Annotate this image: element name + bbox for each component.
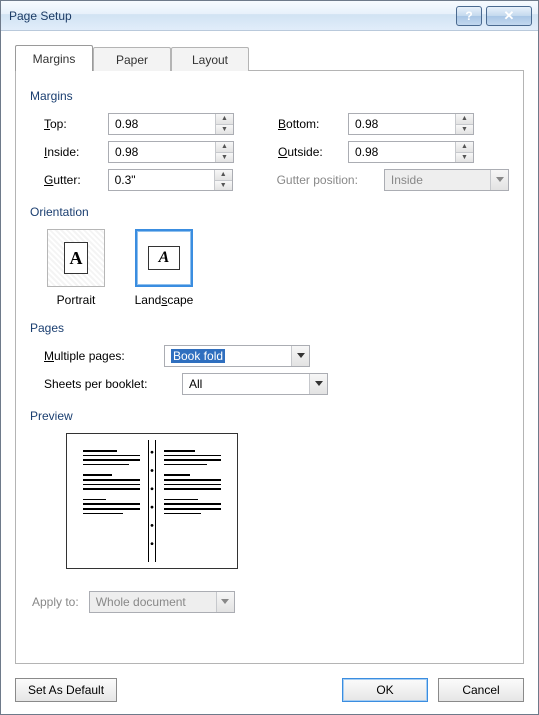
input-top[interactable]	[109, 114, 215, 134]
spinner-gutter[interactable]: ▲ ▼	[108, 169, 233, 191]
label-gutter: Gutter:	[44, 173, 100, 187]
input-bottom[interactable]	[349, 114, 455, 134]
select-multiple-pages[interactable]: Book fold	[164, 345, 310, 367]
page-setup-dialog: Page Setup ? ✕ Margins Paper Layout Marg…	[0, 0, 539, 715]
row-apply-to: Apply to: Whole document	[32, 591, 509, 613]
spin-down[interactable]: ▼	[456, 153, 473, 163]
tab-panel-margins: Margins Top: ▲ ▼ Bottom: ▲ ▼	[15, 70, 524, 664]
row-inside-outside: Inside: ▲ ▼ Outside: ▲ ▼	[44, 141, 509, 163]
input-outside[interactable]	[349, 142, 455, 162]
spinner-outside[interactable]: ▲ ▼	[348, 141, 474, 163]
set-as-default-button[interactable]: Set As Default	[15, 678, 117, 702]
window-title: Page Setup	[9, 9, 452, 23]
row-sheets-per-booklet: Sheets per booklet: All	[44, 373, 509, 395]
spin-buttons: ▲ ▼	[455, 142, 473, 162]
chevron-down-icon[interactable]	[309, 374, 327, 394]
close-button[interactable]: ✕	[486, 6, 532, 26]
row-multiple-pages: Multiple pages: Book fold	[44, 345, 509, 367]
section-margins: Margins	[30, 89, 509, 103]
input-gutter[interactable]	[109, 170, 214, 190]
tab-layout[interactable]: Layout	[171, 47, 249, 71]
spin-down[interactable]: ▼	[456, 125, 473, 135]
client-area: Margins Paper Layout Margins Top: ▲ ▼ Bo…	[1, 31, 538, 714]
help-button[interactable]: ?	[456, 6, 482, 26]
preview-page-right	[156, 440, 231, 562]
spinner-inside[interactable]: ▲ ▼	[108, 141, 234, 163]
spin-buttons: ▲ ▼	[214, 170, 232, 190]
section-orientation: Orientation	[30, 205, 509, 219]
label-multiple-pages: Multiple pages:	[44, 349, 156, 363]
row-top-bottom: Top: ▲ ▼ Bottom: ▲ ▼	[44, 113, 509, 135]
tab-label: Margins	[33, 52, 76, 66]
orientation-portrait[interactable]: A Portrait	[44, 229, 108, 307]
label-outside: Outside:	[278, 145, 340, 159]
label-inside: Inside:	[44, 145, 100, 159]
spin-down[interactable]: ▼	[216, 125, 233, 135]
label-bottom: Bottom:	[278, 117, 340, 131]
tab-margins[interactable]: Margins	[15, 45, 93, 71]
landscape-icon: A	[135, 229, 193, 287]
titlebar: Page Setup ? ✕	[1, 1, 538, 31]
label-sheets-per-booklet: Sheets per booklet:	[44, 377, 174, 391]
orientation-landscape[interactable]: A Landscape	[132, 229, 196, 307]
help-icon: ?	[465, 9, 472, 23]
orientation-label: Portrait	[44, 293, 108, 307]
tab-label: Paper	[116, 53, 148, 67]
select-value: Book fold	[165, 349, 291, 363]
chevron-down-icon	[216, 592, 234, 612]
label-gutter-position: Gutter position:	[277, 173, 376, 187]
label-top: Top:	[44, 117, 100, 131]
chevron-down-icon	[490, 170, 508, 190]
spin-down[interactable]: ▼	[215, 181, 232, 191]
spin-buttons: ▲ ▼	[215, 142, 233, 162]
spinner-top[interactable]: ▲ ▼	[108, 113, 234, 135]
orientation-label: Landscape	[132, 293, 196, 307]
ok-button[interactable]: OK	[342, 678, 428, 702]
spin-up[interactable]: ▲	[456, 114, 473, 125]
spin-up[interactable]: ▲	[216, 142, 233, 153]
label-apply-to: Apply to:	[32, 595, 79, 609]
spin-up[interactable]: ▲	[456, 142, 473, 153]
preview-image	[66, 433, 238, 569]
spin-up[interactable]: ▲	[216, 114, 233, 125]
portrait-icon: A	[47, 229, 105, 287]
close-icon: ✕	[504, 8, 515, 24]
cancel-button[interactable]: Cancel	[438, 678, 524, 702]
spin-up[interactable]: ▲	[215, 170, 232, 181]
select-apply-to: Whole document	[89, 591, 235, 613]
chevron-down-icon[interactable]	[291, 346, 309, 366]
select-value: Whole document	[90, 595, 216, 609]
spinner-bottom[interactable]: ▲ ▼	[348, 113, 474, 135]
tab-strip: Margins Paper Layout	[15, 45, 524, 71]
select-value: Inside	[385, 173, 490, 187]
input-inside[interactable]	[109, 142, 215, 162]
dialog-button-row: Set As Default OK Cancel	[15, 678, 524, 702]
preview-page-left	[73, 440, 148, 562]
spin-buttons: ▲ ▼	[455, 114, 473, 134]
tab-label: Layout	[192, 53, 228, 67]
select-gutter-position: Inside	[384, 169, 509, 191]
section-preview: Preview	[30, 409, 509, 423]
spin-down[interactable]: ▼	[216, 153, 233, 163]
preview-binding	[148, 440, 156, 562]
orientation-group: A Portrait A Landscape	[44, 229, 509, 307]
select-value: All	[183, 377, 309, 391]
select-sheets-per-booklet[interactable]: All	[182, 373, 328, 395]
row-gutter: Gutter: ▲ ▼ Gutter position: Inside	[44, 169, 509, 191]
spin-buttons: ▲ ▼	[215, 114, 233, 134]
tab-paper[interactable]: Paper	[93, 47, 171, 71]
section-pages: Pages	[30, 321, 509, 335]
